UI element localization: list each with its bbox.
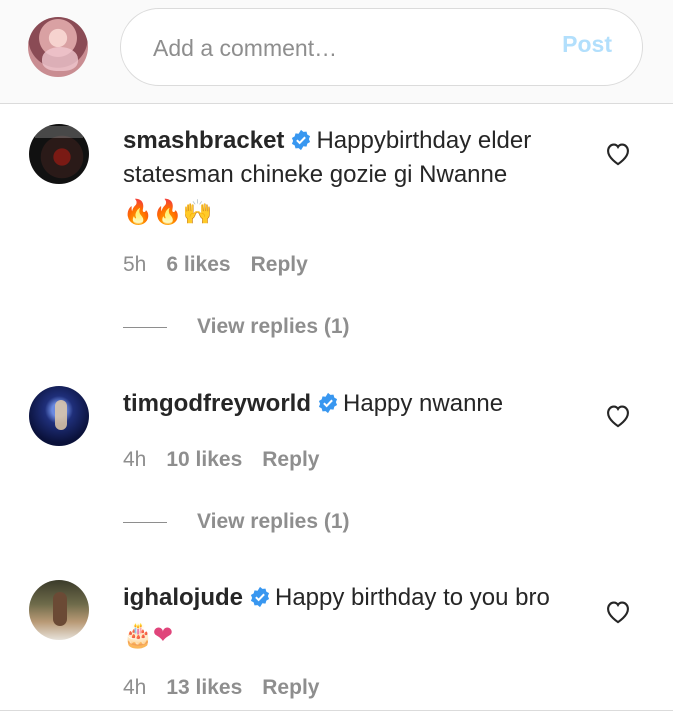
verified-badge-icon (318, 392, 338, 414)
comment-body: ighalojude Happy birthday to you bro 🎂❤ (123, 581, 583, 653)
post-button[interactable]: Post (562, 31, 612, 58)
comment-time: 5h (123, 253, 147, 276)
comment-username[interactable]: smashbracket (123, 127, 284, 154)
comment-likes[interactable]: 6 likes (166, 253, 230, 276)
heart-outline-icon[interactable] (604, 598, 632, 624)
comment-text: Happy birthday to you bro (275, 584, 550, 611)
reply-button[interactable]: Reply (251, 253, 308, 276)
commenter-avatar[interactable] (29, 386, 89, 446)
cake-heart-emoji: 🎂❤ (123, 622, 173, 649)
verified-badge-icon (250, 586, 270, 608)
reply-button[interactable]: Reply (262, 676, 319, 699)
replies-divider (123, 326, 167, 328)
comment-meta: 4h 10 likes Reply (123, 448, 339, 472)
view-replies-button[interactable]: View replies (1) (123, 510, 350, 534)
commenter-avatar[interactable] (29, 580, 89, 640)
comment-username[interactable]: ighalojude (123, 584, 243, 611)
current-user-avatar[interactable] (28, 17, 88, 77)
comment-input[interactable] (151, 9, 535, 87)
commenter-avatar[interactable] (29, 124, 89, 184)
view-replies-button[interactable]: View replies (1) (123, 315, 350, 339)
comment-time: 4h (123, 676, 147, 699)
comment-text: Happy nwanne (343, 390, 504, 417)
comment-username[interactable]: timgodfreyworld (123, 390, 311, 417)
comment-composer: Post (0, 0, 673, 104)
comment-meta: 4h 13 likes Reply (123, 676, 339, 700)
view-replies-label: View replies (1) (197, 510, 350, 533)
comment-input-box[interactable]: Post (120, 8, 643, 87)
comment-time: 4h (123, 448, 147, 471)
heart-outline-icon[interactable] (604, 140, 632, 166)
view-replies-label: View replies (1) (197, 315, 350, 338)
fire-raised-hands-emoji: 🔥🔥🙌 (123, 199, 213, 226)
heart-outline-icon[interactable] (604, 402, 632, 428)
comment-likes[interactable]: 13 likes (166, 676, 242, 699)
list-bottom-divider (0, 710, 673, 711)
comment-likes[interactable]: 10 likes (166, 448, 242, 471)
reply-button[interactable]: Reply (262, 448, 319, 471)
comment-meta: 5h 6 likes Reply (123, 253, 328, 277)
comment-body: timgodfreyworld Happy nwanne (123, 387, 583, 421)
replies-divider (123, 521, 167, 523)
verified-badge-icon (292, 129, 311, 151)
comment-body: smashbracket Happybirthday elder statesma… (123, 124, 583, 230)
